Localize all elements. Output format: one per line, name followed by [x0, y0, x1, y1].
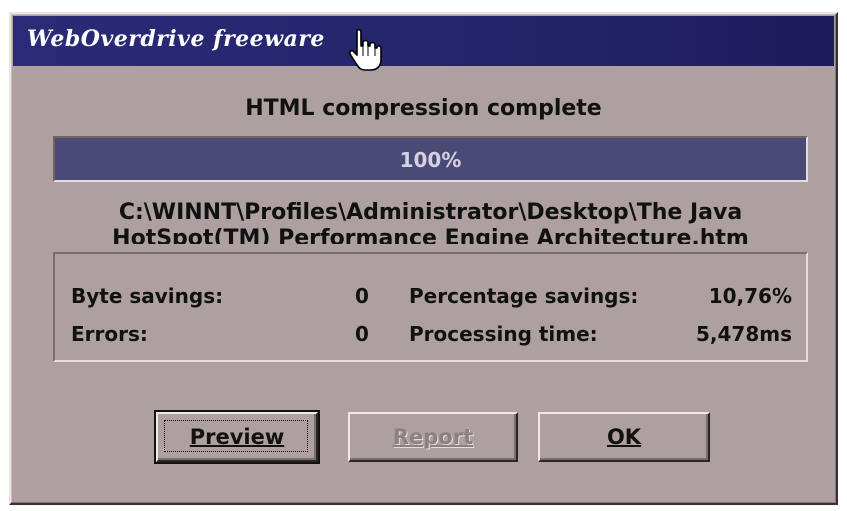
stats-panel: Byte savings: 0 Errors: 0 Percentage sav… — [53, 252, 808, 362]
progress-bar: 100% — [53, 136, 808, 182]
compression-dialog: WebOverdrive freeware HTML compression c… — [9, 12, 838, 505]
preview-button[interactable]: Preview — [154, 410, 320, 464]
percentage-savings-label: Percentage savings: — [409, 284, 639, 308]
window-title: WebOverdrive freeware — [27, 26, 325, 52]
title-bar[interactable]: WebOverdrive freeware — [13, 16, 834, 66]
processing-time-label: Processing time: — [409, 322, 598, 346]
hand-pointer-icon — [348, 28, 382, 71]
file-path-line-2: HotSpot(TM) Performance Engine Architect… — [112, 226, 749, 244]
ok-button-label: OK — [606, 425, 642, 449]
processing-time-value: 5,478ms — [695, 322, 792, 346]
byte-savings-value: 0 — [355, 284, 369, 308]
file-path: C:\WINNT\Profiles\Administrator\Desktop\… — [53, 200, 808, 244]
report-button[interactable]: Report — [348, 412, 518, 462]
status-heading: HTML compression complete — [245, 96, 602, 121]
ok-button[interactable]: OK — [538, 412, 710, 462]
errors-label: Errors: — [71, 322, 148, 346]
file-path-line-1: C:\WINNT\Profiles\Administrator\Desktop\… — [118, 200, 743, 225]
progress-percent: 100% — [399, 148, 462, 172]
percentage-savings-value: 10,76% — [708, 284, 792, 308]
errors-value: 0 — [355, 322, 369, 346]
focus-rect — [164, 420, 308, 452]
byte-savings-label: Byte savings: — [71, 284, 224, 308]
report-button-label: Report — [392, 425, 474, 449]
